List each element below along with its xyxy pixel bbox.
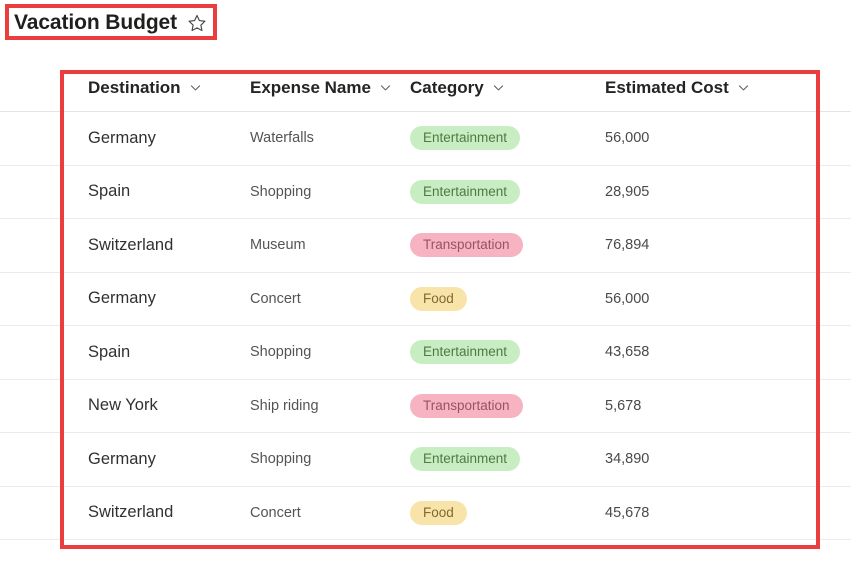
- cell-estimated-cost[interactable]: 5,678: [605, 397, 851, 415]
- table-row[interactable]: Spain Shopping Entertainment 43,658: [0, 326, 851, 380]
- chevron-down-icon[interactable]: [189, 81, 202, 94]
- cell-expense-name[interactable]: Waterfalls: [250, 129, 410, 147]
- cell-category[interactable]: Entertainment: [410, 340, 605, 365]
- star-outline-icon[interactable]: [187, 13, 207, 33]
- cell-expense-name[interactable]: Shopping: [250, 450, 410, 468]
- chevron-down-icon[interactable]: [492, 81, 505, 94]
- cell-estimated-cost[interactable]: 34,890: [605, 450, 851, 468]
- status-badge: Entertainment: [410, 447, 521, 472]
- column-header-label: Expense Name: [250, 77, 371, 97]
- cell-destination[interactable]: Switzerland: [0, 503, 250, 522]
- table-row[interactable]: Germany Shopping Entertainment 34,890: [0, 433, 851, 487]
- column-header-label: Destination: [88, 77, 181, 97]
- table-row[interactable]: Spain Shopping Entertainment 28,905: [0, 166, 851, 219]
- cell-category[interactable]: Entertainment: [410, 179, 605, 204]
- destination-text: Switzerland: [88, 235, 174, 254]
- table-row[interactable]: Switzerland Museum Transportation 76,894: [0, 219, 851, 273]
- expense-name-text: Concert: [250, 504, 301, 521]
- status-badge: Transportation: [410, 393, 523, 418]
- column-header-estimated-cost[interactable]: Estimated Cost: [605, 78, 851, 98]
- cell-category[interactable]: Entertainment: [410, 447, 605, 472]
- cell-expense-name[interactable]: Ship riding: [250, 397, 410, 415]
- expense-name-text: Shopping: [250, 344, 312, 361]
- estimated-cost-text: 5,678: [605, 397, 642, 414]
- table-body: Germany Waterfalls Entertainment 56,000 Spai…: [0, 112, 851, 540]
- estimated-cost-text: 76,894: [605, 237, 650, 254]
- status-badge: Food: [410, 286, 467, 311]
- cell-category[interactable]: Entertainment: [410, 126, 605, 151]
- status-badge: Entertainment: [410, 340, 521, 365]
- cell-expense-name[interactable]: Shopping: [250, 183, 410, 201]
- destination-text: Germany: [88, 128, 156, 147]
- cell-destination[interactable]: New York: [0, 396, 250, 415]
- cell-category[interactable]: Food: [410, 286, 605, 311]
- destination-text: Spain: [88, 182, 131, 201]
- expense-name-text: Shopping: [250, 451, 312, 468]
- expense-name-text: Waterfalls: [250, 130, 314, 147]
- expense-name-text: Shopping: [250, 183, 312, 200]
- cell-estimated-cost[interactable]: 76,894: [605, 236, 851, 254]
- cell-estimated-cost[interactable]: 56,000: [605, 129, 851, 147]
- destination-text: Spain: [88, 342, 131, 361]
- cell-category[interactable]: Transportation: [410, 393, 605, 418]
- estimated-cost-text: 56,000: [605, 290, 650, 307]
- cell-destination[interactable]: Germany: [0, 450, 250, 469]
- cell-estimated-cost[interactable]: 28,905: [605, 183, 851, 201]
- cell-destination[interactable]: Germany: [0, 289, 250, 308]
- cell-category[interactable]: Food: [410, 500, 605, 525]
- cell-estimated-cost[interactable]: 43,658: [605, 343, 851, 361]
- expense-table: Destination Expense Name Category Estima…: [0, 64, 851, 540]
- destination-text: New York: [88, 396, 158, 415]
- cell-expense-name[interactable]: Shopping: [250, 343, 410, 361]
- destination-text: Germany: [88, 289, 156, 308]
- destination-text: Switzerland: [88, 503, 174, 522]
- cell-destination[interactable]: Germany: [0, 129, 250, 148]
- table-row[interactable]: Germany Waterfalls Entertainment 56,000: [0, 112, 851, 166]
- destination-text: Germany: [88, 449, 156, 468]
- status-badge: Transportation: [410, 233, 523, 258]
- column-header-category[interactable]: Category: [410, 78, 605, 98]
- cell-expense-name[interactable]: Museum: [250, 236, 410, 254]
- table-row[interactable]: New York Ship riding Transportation 5,678: [0, 380, 851, 433]
- table-header-row: Destination Expense Name Category Estima…: [0, 64, 851, 112]
- title-group: Vacation Budget: [14, 8, 207, 38]
- cell-estimated-cost[interactable]: 45,678: [605, 504, 851, 522]
- column-header-expense-name[interactable]: Expense Name: [250, 78, 410, 98]
- chevron-down-icon[interactable]: [737, 81, 750, 94]
- column-header-destination[interactable]: Destination: [0, 78, 250, 98]
- column-header-label: Category: [410, 77, 484, 97]
- expense-name-text: Ship riding: [250, 397, 319, 414]
- column-header-label: Estimated Cost: [605, 77, 729, 97]
- cell-expense-name[interactable]: Concert: [250, 504, 410, 522]
- status-badge: Entertainment: [410, 179, 521, 204]
- status-badge: Entertainment: [410, 126, 521, 151]
- expense-name-text: Museum: [250, 237, 306, 254]
- cell-destination[interactable]: Switzerland: [0, 236, 250, 255]
- cell-expense-name[interactable]: Concert: [250, 290, 410, 308]
- page-title: Vacation Budget: [14, 11, 178, 34]
- estimated-cost-text: 28,905: [605, 183, 650, 200]
- table-row[interactable]: Switzerland Concert Food 45,678: [0, 487, 851, 540]
- table-row[interactable]: Germany Concert Food 56,000: [0, 273, 851, 326]
- page-header: Vacation Budget: [0, 0, 851, 56]
- cell-category[interactable]: Transportation: [410, 233, 605, 258]
- cell-estimated-cost[interactable]: 56,000: [605, 290, 851, 308]
- estimated-cost-text: 43,658: [605, 344, 650, 361]
- cell-destination[interactable]: Spain: [0, 343, 250, 362]
- estimated-cost-text: 45,678: [605, 504, 650, 521]
- cell-destination[interactable]: Spain: [0, 182, 250, 201]
- estimated-cost-text: 34,890: [605, 451, 650, 468]
- expense-name-text: Concert: [250, 290, 301, 307]
- chevron-down-icon[interactable]: [379, 81, 392, 94]
- status-badge: Food: [410, 500, 467, 525]
- estimated-cost-text: 56,000: [605, 130, 650, 147]
